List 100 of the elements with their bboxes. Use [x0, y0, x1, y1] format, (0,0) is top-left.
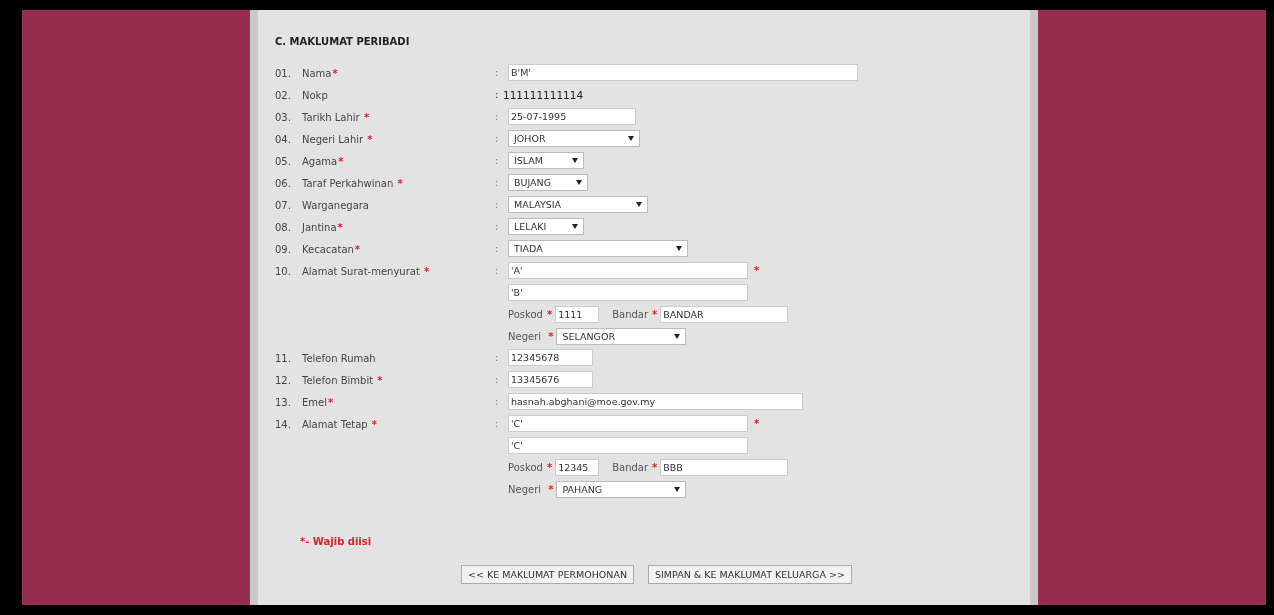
separator-colon: :	[495, 176, 500, 190]
separator-colon: :	[495, 220, 500, 234]
field-label: Bandar	[612, 309, 649, 320]
field-label: Negeri Lahir	[302, 133, 365, 145]
address-field[interactable]: 'B'	[508, 284, 748, 301]
caret-icon	[636, 202, 642, 207]
text-field[interactable]: 12345678	[508, 349, 593, 366]
dropdown[interactable]: TIADA	[508, 240, 688, 257]
required-mark: *	[546, 462, 553, 473]
field-label: Warganegara	[302, 199, 369, 211]
field-number: 09.	[275, 243, 292, 255]
field-label: Bandar	[612, 462, 649, 473]
text-field[interactable]: 25-07-1995	[508, 108, 636, 125]
field-number: 11.	[275, 352, 292, 364]
required-mark: *	[397, 177, 403, 189]
postcode-field[interactable]: 1111	[555, 306, 600, 323]
required-mark: *	[548, 331, 554, 342]
field-label: Poskod	[508, 462, 543, 473]
field-number: 02.	[275, 89, 292, 101]
caret-icon	[674, 487, 681, 492]
separator-colon: :	[495, 395, 500, 409]
nav-button[interactable]: << KE MAKLUMAT PERMOHONAN	[461, 565, 634, 584]
required-mark: *	[338, 155, 344, 167]
field-label: Telefon Rumah	[302, 352, 376, 364]
dropdown[interactable]: JOHOR	[508, 130, 640, 147]
separator-colon: :	[495, 132, 500, 146]
field-number: 10.	[275, 265, 292, 277]
required-mark: *	[424, 265, 430, 277]
separator-colon: :	[495, 264, 500, 278]
field-number: 14.	[275, 418, 292, 430]
address-field[interactable]: 'A'	[508, 262, 748, 279]
field-label: Kecacatan	[302, 243, 354, 255]
text-field[interactable]: hasnah.abghani@moe.gov.my	[508, 393, 803, 410]
field-number: 08.	[275, 221, 292, 233]
separator-colon: :	[495, 88, 500, 102]
separator-colon: :	[495, 417, 500, 431]
field-number: 06.	[275, 177, 292, 189]
caret-icon	[674, 334, 681, 339]
address-field[interactable]: 'C'	[508, 415, 748, 432]
required-mark: *	[371, 418, 378, 430]
required-mark: *	[652, 462, 658, 473]
required-mark: *	[754, 265, 760, 276]
field-label: Emel	[302, 396, 327, 408]
caret-icon	[676, 246, 682, 251]
field-number: 05.	[275, 155, 292, 167]
city-field[interactable]: BBB	[660, 459, 789, 476]
field-number: 13.	[275, 396, 292, 408]
text-field[interactable]: B'M'	[508, 64, 858, 81]
caret-icon	[576, 180, 582, 185]
dropdown[interactable]: MALAYSIA	[508, 196, 648, 213]
required-mark: *	[377, 374, 383, 386]
caret-icon	[572, 158, 578, 163]
field-label: Alamat Tetap	[302, 418, 369, 430]
required-mark: *	[754, 418, 760, 429]
field-label: Negeri	[508, 331, 543, 342]
field-label: Poskod	[508, 309, 543, 320]
text-field[interactable]: 13345676	[508, 371, 593, 388]
section-title: C. MAKLUMAT PERIBADI	[275, 36, 411, 47]
postcode-field[interactable]: 12345	[555, 459, 600, 476]
field-label: Agama	[302, 155, 338, 167]
field-label: Nokp	[302, 89, 328, 101]
separator-colon: :	[495, 242, 500, 256]
dropdown[interactable]: BUJANG	[508, 174, 588, 191]
field-number: 12.	[275, 374, 292, 386]
required-mark: *	[332, 67, 338, 79]
caret-icon	[572, 224, 578, 229]
field-label: Nama	[302, 67, 332, 79]
caret-icon	[628, 136, 634, 141]
dropdown[interactable]: PAHANG	[556, 481, 687, 498]
field-label: Taraf Perkahwinan	[302, 177, 395, 189]
field-value: 111111111114	[503, 88, 584, 103]
required-mark: *	[652, 309, 658, 320]
required-mark: *	[354, 243, 361, 255]
required-mark: *	[337, 221, 343, 233]
separator-colon: :	[495, 351, 500, 365]
separator-colon: :	[495, 110, 500, 124]
dropdown[interactable]: SELANGOR	[556, 328, 687, 345]
dropdown[interactable]: LELAKI	[508, 218, 584, 235]
separator-colon: :	[495, 198, 500, 212]
required-note: *- Wajib diisi	[300, 536, 373, 547]
required-mark: *	[548, 484, 554, 495]
separator-colon: :	[495, 373, 500, 387]
field-number: 07.	[275, 199, 292, 211]
field-number: 03.	[275, 111, 292, 123]
nav-button[interactable]: SIMPAN & KE MAKLUMAT KELUARGA >>	[648, 565, 852, 584]
separator-colon: :	[495, 66, 500, 80]
field-label: Tarikh Lahir	[302, 111, 361, 123]
field-number: 01.	[275, 67, 292, 79]
separator-colon: :	[495, 154, 500, 168]
field-label: Telefon Bimbit	[302, 374, 375, 386]
field-label: Jantina	[302, 221, 337, 233]
dropdown[interactable]: ISLAM	[508, 152, 584, 169]
city-field[interactable]: BANDAR	[660, 306, 789, 323]
required-mark: *	[367, 133, 373, 145]
field-label: Alamat Surat-menyurat	[302, 265, 421, 277]
field-number: 04.	[275, 133, 292, 145]
address-field[interactable]: 'C'	[508, 437, 748, 454]
required-mark: *	[363, 111, 370, 123]
required-mark: *	[546, 309, 553, 320]
field-label: Negeri	[508, 484, 543, 495]
